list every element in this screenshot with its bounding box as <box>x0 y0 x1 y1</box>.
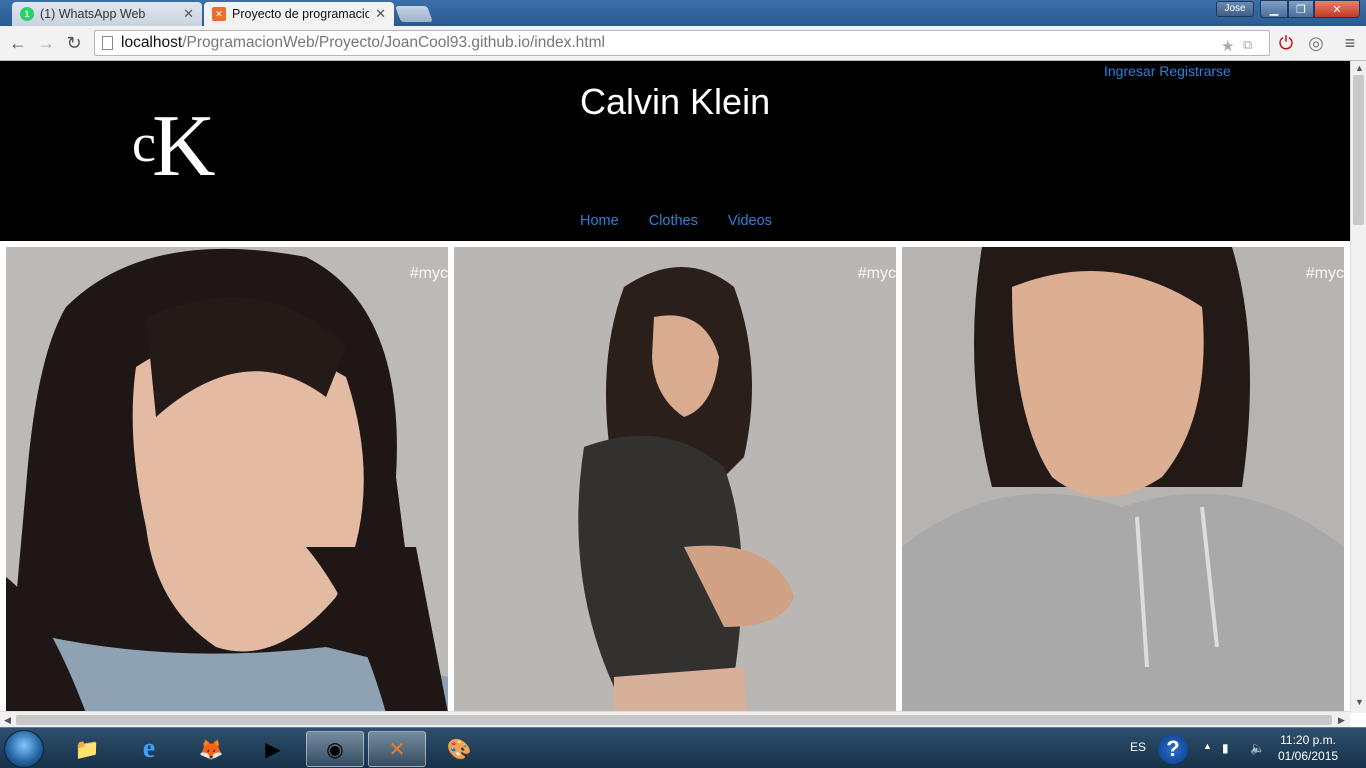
auth-links: Ingresar Registrarse <box>1104 63 1231 79</box>
explorer-icon[interactable]: 📁 <box>58 731 116 767</box>
svg-text:K: K <box>152 101 216 181</box>
url-host: localhost <box>121 34 183 51</box>
start-button[interactable] <box>4 730 44 768</box>
nav-home[interactable]: Home <box>580 213 619 229</box>
reload-icon[interactable]: ↻ <box>64 33 84 53</box>
photo-hashtag: #myc <box>857 265 896 282</box>
scroll-down-icon[interactable]: ▼ <box>1355 697 1364 707</box>
ie-icon[interactable]: e <box>120 731 178 767</box>
close-tab-icon[interactable]: ✕ <box>183 6 194 22</box>
model-photo-1 <box>6 247 448 713</box>
bookmark-star-icon[interactable]: ★ <box>1221 37 1234 55</box>
show-hidden-icons-icon[interactable]: ▲ <box>1203 741 1212 751</box>
language-indicator[interactable]: ES <box>1130 740 1146 754</box>
site-title: Calvin Klein <box>580 81 771 122</box>
tab-title: Proyecto de programacion <box>232 7 370 21</box>
new-tab-button[interactable] <box>395 6 433 22</box>
browser-titlebar: 1 (1) WhatsApp Web ✕ ✕ Proyecto de progr… <box>0 0 1366 26</box>
translate-icon[interactable]: ⧉ <box>1243 37 1252 53</box>
help-icon[interactable]: ? <box>1158 734 1188 764</box>
photo-leather-vest[interactable]: #myc <box>454 247 896 713</box>
xampp-icon: ✕ <box>212 7 226 21</box>
photo-hashtag: #myc <box>409 265 448 282</box>
firefox-icon[interactable]: 🦊 <box>182 731 240 767</box>
vertical-scrollbar[interactable]: ▲ ▼ <box>1350 61 1366 713</box>
menu-icon[interactable]: ≡ <box>1340 33 1360 53</box>
ck-logo: c K <box>132 101 216 181</box>
forward-icon[interactable]: → <box>36 33 56 53</box>
scroll-left-icon[interactable]: ◀ <box>4 715 11 726</box>
site-header: c K Calvin Klein Ingresar Registrarse Ho… <box>0 61 1350 241</box>
page-viewport: c K Calvin Klein Ingresar Registrarse Ho… <box>0 61 1350 713</box>
extension-power-icon[interactable]: ⏻ <box>1276 33 1296 53</box>
photo-gallery: #myc #myc #myc <box>6 247 1344 713</box>
nav-clothes[interactable]: Clothes <box>649 213 698 229</box>
vertical-scroll-thumb[interactable] <box>1353 75 1364 225</box>
tab-whatsapp[interactable]: 1 (1) WhatsApp Web ✕ <box>12 2 202 26</box>
horizontal-scrollbar[interactable]: ◀ ▶ <box>0 711 1350 727</box>
main-nav: Home Clothes Videos <box>580 213 772 229</box>
tab-proyecto[interactable]: ✕ Proyecto de programacion ✕ <box>204 2 394 26</box>
model-photo-3 <box>902 247 1344 713</box>
register-link[interactable]: Registrarse <box>1159 63 1231 79</box>
login-link[interactable]: Ingresar <box>1104 63 1155 79</box>
media-icon[interactable]: ▶ <box>244 731 302 767</box>
extension-share-icon[interactable]: ◎ <box>1306 33 1326 53</box>
chrome-icon[interactable]: ◉ <box>306 731 364 767</box>
minimize-button[interactable]: ▁ <box>1260 0 1288 18</box>
profile-badge[interactable]: Jose <box>1216 1 1254 17</box>
clock-date: 01/06/2015 <box>1278 749 1339 763</box>
network-icon[interactable]: ▮ <box>1222 741 1229 755</box>
system-clock[interactable]: 11:20 p.m. 01/06/2015 <box>1278 732 1338 764</box>
close-tab-icon[interactable]: ✕ <box>375 6 386 22</box>
address-bar[interactable]: localhost/ProgramacionWeb/Proyecto/JoanC… <box>94 30 1270 56</box>
scroll-up-icon[interactable]: ▲ <box>1355 63 1364 73</box>
horizontal-scroll-thumb[interactable] <box>16 715 1332 725</box>
close-window-button[interactable]: ✕ <box>1314 0 1360 18</box>
scroll-right-icon[interactable]: ▶ <box>1338 715 1345 726</box>
clock-time: 11:20 p.m. <box>1280 733 1336 747</box>
back-icon[interactable]: ← <box>8 33 28 53</box>
xampp-icon[interactable]: ✕ <box>368 731 426 767</box>
browser-toolbar: ← → ↻ localhost/ProgramacionWeb/Proyecto… <box>0 26 1366 61</box>
photo-grey-hoodie[interactable]: #myc <box>902 247 1344 713</box>
paint-icon[interactable]: 🎨 <box>430 731 488 767</box>
photo-hashtag: #myc <box>1305 265 1344 282</box>
tab-title: (1) WhatsApp Web <box>40 7 146 21</box>
maximize-button[interactable]: ❐ <box>1288 0 1314 18</box>
photo-portrait-denim[interactable]: #myc <box>6 247 448 713</box>
windows-taskbar: 📁 e 🦊 ▶ ◉ ✕ 🎨 ES ? ▲ ▮ 🔈 11:20 p.m. 01/0… <box>0 727 1366 768</box>
page-icon <box>102 36 113 50</box>
model-photo-2 <box>454 247 896 713</box>
volume-icon[interactable]: 🔈 <box>1250 741 1265 755</box>
nav-videos[interactable]: Videos <box>728 213 772 229</box>
url-path: /ProgramacionWeb/Proyecto/JoanCool93.git… <box>182 34 605 51</box>
whatsapp-icon: 1 <box>20 7 34 21</box>
